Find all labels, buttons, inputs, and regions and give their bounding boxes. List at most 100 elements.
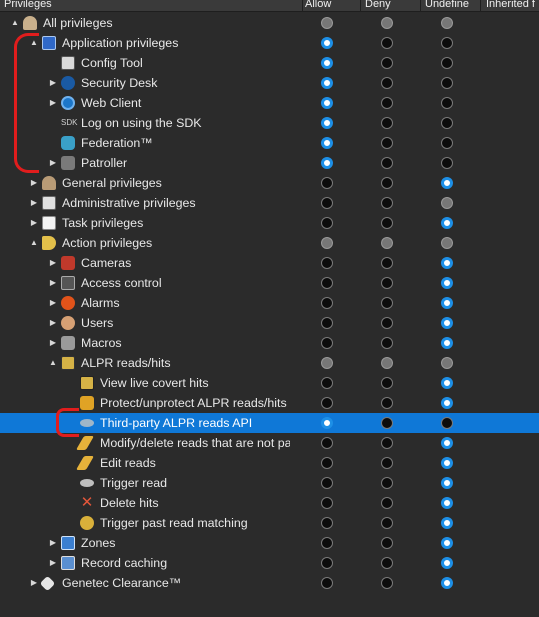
undefined-radio[interactable] (441, 97, 453, 109)
deny-radio[interactable] (381, 297, 393, 309)
allow-radio[interactable] (321, 577, 333, 589)
undefined-radio[interactable] (441, 317, 453, 329)
deny-radio[interactable] (381, 457, 393, 469)
allow-radio[interactable] (321, 377, 333, 389)
privilege-row[interactable]: SDK Log on using the SDK (0, 113, 539, 133)
undefined-radio[interactable] (441, 117, 453, 129)
privilege-row[interactable]: Config Tool (0, 53, 539, 73)
undefined-radio[interactable] (441, 257, 453, 269)
privilege-row[interactable]: Third-party ALPR reads API (0, 413, 539, 433)
privilege-row[interactable]: ▶ Zones (0, 533, 539, 553)
privilege-row[interactable]: ▶ Patroller (0, 153, 539, 173)
undefined-radio[interactable] (441, 57, 453, 69)
deny-radio[interactable] (381, 417, 393, 429)
privilege-row[interactable]: Protect/unprotect ALPR reads/hits (0, 393, 539, 413)
privilege-row[interactable]: ▲ Application privileges (0, 33, 539, 53)
undefined-radio[interactable] (441, 237, 453, 249)
privilege-row[interactable]: ▶ Record caching (0, 553, 539, 573)
undefined-radio[interactable] (441, 437, 453, 449)
allow-radio[interactable] (321, 137, 333, 149)
expand-arrow-icon[interactable]: ▶ (29, 213, 39, 233)
undefined-radio[interactable] (441, 37, 453, 49)
privilege-row[interactable]: Edit reads (0, 453, 539, 473)
privilege-row[interactable]: ▶ Access control (0, 273, 539, 293)
expand-arrow-icon[interactable]: ▶ (48, 533, 58, 553)
undefined-radio[interactable] (441, 477, 453, 489)
header-allow[interactable]: Allow (305, 0, 355, 11)
deny-radio[interactable] (381, 77, 393, 89)
privilege-row[interactable]: Modify/delete reads that are not pa (0, 433, 539, 453)
allow-radio[interactable] (321, 57, 333, 69)
header-divider[interactable] (302, 0, 303, 12)
undefined-radio[interactable] (441, 357, 453, 369)
undefined-radio[interactable] (441, 457, 453, 469)
privilege-row[interactable]: ▲ All privileges (0, 13, 539, 33)
undefined-radio[interactable] (441, 577, 453, 589)
allow-radio[interactable] (321, 357, 333, 369)
deny-radio[interactable] (381, 257, 393, 269)
privilege-row[interactable]: ▶ Administrative privileges (0, 193, 539, 213)
header-divider[interactable] (420, 0, 421, 12)
privilege-row[interactable]: ▶ Security Desk (0, 73, 539, 93)
privilege-row[interactable]: View live covert hits (0, 373, 539, 393)
undefined-radio[interactable] (441, 517, 453, 529)
allow-radio[interactable] (321, 97, 333, 109)
allow-radio[interactable] (321, 477, 333, 489)
expand-arrow-icon[interactable]: ▶ (29, 573, 39, 593)
deny-radio[interactable] (381, 177, 393, 189)
deny-radio[interactable] (381, 197, 393, 209)
privilege-row[interactable]: ▶ Web Client (0, 93, 539, 113)
expand-arrow-icon[interactable]: ▶ (48, 73, 58, 93)
privilege-row[interactable]: ▶ Genetec Clearance™ (0, 573, 539, 593)
allow-radio[interactable] (321, 157, 333, 169)
allow-radio[interactable] (321, 457, 333, 469)
undefined-radio[interactable] (441, 397, 453, 409)
allow-radio[interactable] (321, 177, 333, 189)
undefined-radio[interactable] (441, 497, 453, 509)
privilege-row[interactable]: ▲ ALPR reads/hits (0, 353, 539, 373)
deny-radio[interactable] (381, 157, 393, 169)
deny-radio[interactable] (381, 57, 393, 69)
expand-arrow-icon[interactable]: ▶ (48, 293, 58, 313)
expand-arrow-icon[interactable]: ▶ (48, 253, 58, 273)
allow-radio[interactable] (321, 77, 333, 89)
expand-arrow-icon[interactable]: ▶ (48, 313, 58, 333)
undefined-radio[interactable] (441, 217, 453, 229)
privilege-row[interactable]: ▶ General privileges (0, 173, 539, 193)
deny-radio[interactable] (381, 557, 393, 569)
deny-radio[interactable] (381, 37, 393, 49)
undefined-radio[interactable] (441, 77, 453, 89)
allow-radio[interactable] (321, 17, 333, 29)
collapse-arrow-icon[interactable]: ▲ (29, 233, 39, 253)
allow-radio[interactable] (321, 317, 333, 329)
privilege-row[interactable]: ✕ Delete hits (0, 493, 539, 513)
privilege-row[interactable]: ▶ Task privileges (0, 213, 539, 233)
undefined-radio[interactable] (441, 417, 453, 429)
undefined-radio[interactable] (441, 537, 453, 549)
allow-radio[interactable] (321, 417, 333, 429)
privilege-row[interactable]: ▶ Macros (0, 333, 539, 353)
undefined-radio[interactable] (441, 197, 453, 209)
allow-radio[interactable] (321, 337, 333, 349)
expand-arrow-icon[interactable]: ▶ (48, 553, 58, 573)
undefined-radio[interactable] (441, 17, 453, 29)
undefined-radio[interactable] (441, 277, 453, 289)
allow-radio[interactable] (321, 557, 333, 569)
expand-arrow-icon[interactable]: ▶ (48, 333, 58, 353)
expand-arrow-icon[interactable]: ▶ (29, 193, 39, 213)
deny-radio[interactable] (381, 577, 393, 589)
expand-arrow-icon[interactable]: ▶ (29, 173, 39, 193)
deny-radio[interactable] (381, 317, 393, 329)
deny-radio[interactable] (381, 17, 393, 29)
allow-radio[interactable] (321, 237, 333, 249)
allow-radio[interactable] (321, 217, 333, 229)
deny-radio[interactable] (381, 117, 393, 129)
privilege-row[interactable]: ▲ Action privileges (0, 233, 539, 253)
deny-radio[interactable] (381, 277, 393, 289)
header-divider[interactable] (360, 0, 361, 12)
undefined-radio[interactable] (441, 377, 453, 389)
expand-arrow-icon[interactable]: ▶ (48, 93, 58, 113)
header-deny[interactable]: Deny (365, 0, 415, 11)
allow-radio[interactable] (321, 437, 333, 449)
header-undefined[interactable]: Undefine (425, 0, 473, 11)
